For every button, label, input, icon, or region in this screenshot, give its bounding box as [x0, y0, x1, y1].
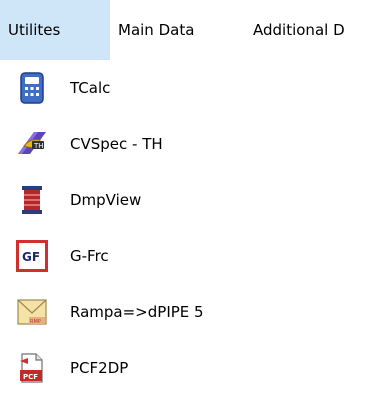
menu-tab-utilites[interactable]: Utilites — [0, 0, 110, 60]
pcf-icon: PCF — [20, 353, 43, 383]
svg-text:PCF: PCF — [23, 373, 38, 381]
svg-text:TH: TH — [33, 142, 44, 150]
menu-item-label: G-Frc — [70, 247, 109, 265]
menu-item-label: DmpView — [70, 191, 142, 209]
menu-tab-additional[interactable]: Additional D — [253, 0, 345, 60]
menu-item-label: TCalc — [70, 79, 111, 97]
cvspec-icon: TH — [18, 132, 46, 154]
menu-bar: Utilites Main Data Additional D — [0, 0, 373, 60]
menu-tab-main-data[interactable]: Main Data — [118, 0, 194, 60]
menu-item-tcalc[interactable]: TCalc — [0, 60, 373, 116]
utilites-dropdown-menu: TCalc TH CVSpec - TH DmpView GF G-Frc RM… — [0, 60, 373, 416]
svg-text:GF: GF — [22, 250, 40, 264]
damper-icon — [22, 186, 42, 214]
menu-item-dmpview[interactable]: DmpView — [0, 172, 373, 228]
menu-item-label: CVSpec - TH — [70, 135, 163, 153]
menu-item-g-frc[interactable]: GF G-Frc — [0, 228, 373, 284]
menu-item-rampa-dpipe[interactable]: RMP Rampa=>dPIPE 5 — [0, 284, 373, 340]
menu-item-label: PCF2DP — [70, 359, 129, 377]
gf-icon: GF — [16, 240, 48, 272]
calculator-icon — [20, 72, 44, 104]
menu-item-label: Rampa=>dPIPE 5 — [70, 303, 204, 321]
envelope-icon: RMP — [17, 299, 47, 325]
menu-item-cvspec-th[interactable]: TH CVSpec - TH — [0, 116, 373, 172]
menu-item-pcf2dp[interactable]: PCF PCF2DP — [0, 340, 373, 396]
svg-text:RMP: RMP — [30, 319, 41, 325]
